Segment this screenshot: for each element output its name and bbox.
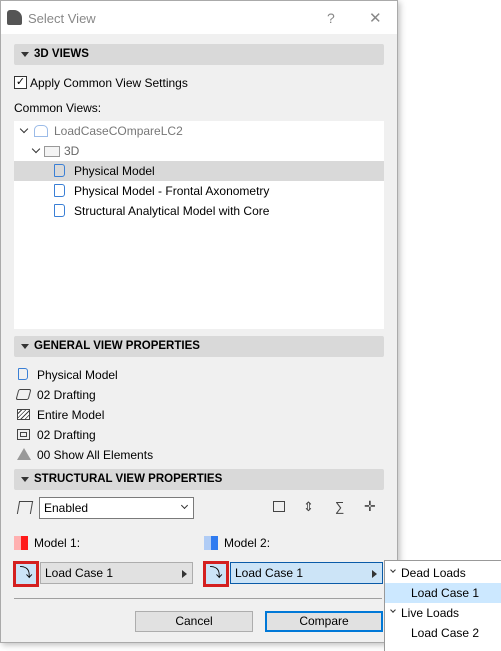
divider: [14, 598, 382, 599]
model1-color-swatch: [14, 536, 28, 550]
group-label: Dead Loads: [401, 566, 466, 580]
axes-icon[interactable]: ✛: [364, 498, 376, 515]
general-item-model: Physical Model: [37, 368, 118, 382]
section-title: STRUCTURAL VIEW PROPERTIES: [34, 473, 223, 485]
dialog-title: Select View: [28, 11, 96, 26]
collapse-triangle-icon: [21, 52, 29, 57]
chevron-down-icon: [31, 144, 41, 154]
selector-value: Load Case 1: [235, 566, 304, 580]
arrow-right-icon: [372, 570, 377, 578]
item-label: Load Case 1: [411, 586, 480, 600]
project-icon: [34, 125, 48, 137]
tree-item-label: Structural Analytical Model with Core: [74, 204, 270, 218]
tree-item-frontal-axonometry[interactable]: Physical Model - Frontal Axonometry: [14, 181, 384, 201]
model1-load-case-icon[interactable]: ⤵: [13, 561, 39, 587]
apply-common-label[interactable]: Apply Common View Settings: [30, 76, 188, 90]
general-item-layers: 02 Drafting: [37, 388, 96, 402]
partial-structure-icon: [17, 409, 30, 420]
apply-common-checkbox[interactable]: ✓: [14, 76, 27, 89]
chevron-down-icon: [390, 607, 396, 613]
tree-item-physical-model[interactable]: Physical Model: [14, 161, 384, 181]
model2-color-swatch: [204, 536, 218, 550]
popup-group-live-loads[interactable]: Live Loads: [385, 603, 501, 623]
3d-view-icon: [54, 204, 65, 217]
tree-item-structural-analytical[interactable]: Structural Analytical Model with Core: [14, 201, 384, 221]
general-item-pen-set: 02 Drafting: [37, 428, 96, 442]
member-icon[interactable]: ∑: [335, 499, 344, 514]
collapse-triangle-icon: [21, 477, 29, 482]
pen-set-icon: [17, 429, 30, 440]
tree-project-node[interactable]: LoadCaseCOmpareLC2: [14, 121, 384, 141]
structural-display-dropdown[interactable]: Enabled: [39, 497, 194, 519]
popup-group-dead-loads[interactable]: Dead Loads: [385, 563, 501, 583]
collapse-triangle-icon: [21, 344, 29, 349]
close-button[interactable]: ✕: [369, 9, 382, 27]
section-title: GENERAL VIEW PROPERTIES: [34, 340, 200, 352]
general-item-structure: Entire Model: [37, 408, 105, 422]
section-header-structural[interactable]: STRUCTURAL VIEW PROPERTIES: [14, 469, 384, 490]
load-case-popup-menu: Dead Loads Load Case 1 Live Loads Load C…: [384, 560, 501, 651]
model2-load-case-selector[interactable]: Load Case 1: [230, 562, 383, 584]
tree-item-label: Physical Model: [74, 164, 155, 178]
cancel-button[interactable]: Cancel: [135, 611, 253, 632]
chevron-down-icon: [390, 567, 396, 573]
arrow-right-icon: [182, 570, 187, 578]
axonometry-view-icon: [54, 184, 65, 197]
general-item-filter: 00 Show All Elements: [37, 448, 154, 462]
compare-button[interactable]: Compare: [265, 611, 383, 632]
chevron-down-icon: [19, 124, 29, 134]
help-button[interactable]: ?: [327, 10, 335, 26]
model2-load-case-icon[interactable]: ⤵: [203, 561, 229, 587]
tree-folder-node[interactable]: 3D: [14, 141, 384, 161]
folder-icon: [44, 146, 60, 157]
app-logo-icon: [7, 10, 22, 25]
chevron-down-icon: [180, 501, 189, 510]
select-view-dialog: Select View ? ✕ 3D VIEWS ✓ Apply Common …: [0, 0, 398, 643]
popup-item-load-case-1[interactable]: Load Case 1: [385, 583, 501, 603]
selector-value: Load Case 1: [45, 566, 114, 580]
renovation-filter-icon: [17, 448, 31, 460]
model2-label: Model 2:: [224, 536, 271, 550]
common-views-label: Common Views:: [14, 101, 102, 115]
item-label: Load Case 2: [411, 626, 480, 640]
layers-icon: [15, 389, 32, 400]
section-header-general[interactable]: GENERAL VIEW PROPERTIES: [14, 336, 384, 357]
model1-label: Model 1:: [34, 536, 81, 550]
common-views-tree[interactable]: LoadCaseCOmpareLC2 3D Physical Model Phy…: [14, 121, 384, 329]
tree-project-label: LoadCaseCOmpareLC2: [54, 124, 183, 138]
section-header-3d-views[interactable]: 3D VIEWS: [14, 44, 384, 65]
model1-load-case-selector[interactable]: Load Case 1: [40, 562, 193, 584]
support-icon[interactable]: [273, 501, 285, 512]
load-arrows-icon[interactable]: ⇕: [303, 499, 314, 515]
group-label: Live Loads: [401, 606, 460, 620]
tree-item-label: Physical Model - Frontal Axonometry: [74, 184, 270, 198]
3d-view-icon: [54, 164, 65, 177]
3d-view-icon: [18, 368, 28, 380]
structural-display-icon: [16, 501, 34, 514]
popup-item-load-case-2[interactable]: Load Case 2: [385, 623, 501, 643]
title-bar: Select View ? ✕: [1, 1, 397, 34]
tree-folder-label: 3D: [64, 144, 80, 158]
dropdown-value: Enabled: [44, 501, 89, 515]
section-title: 3D VIEWS: [34, 48, 89, 60]
